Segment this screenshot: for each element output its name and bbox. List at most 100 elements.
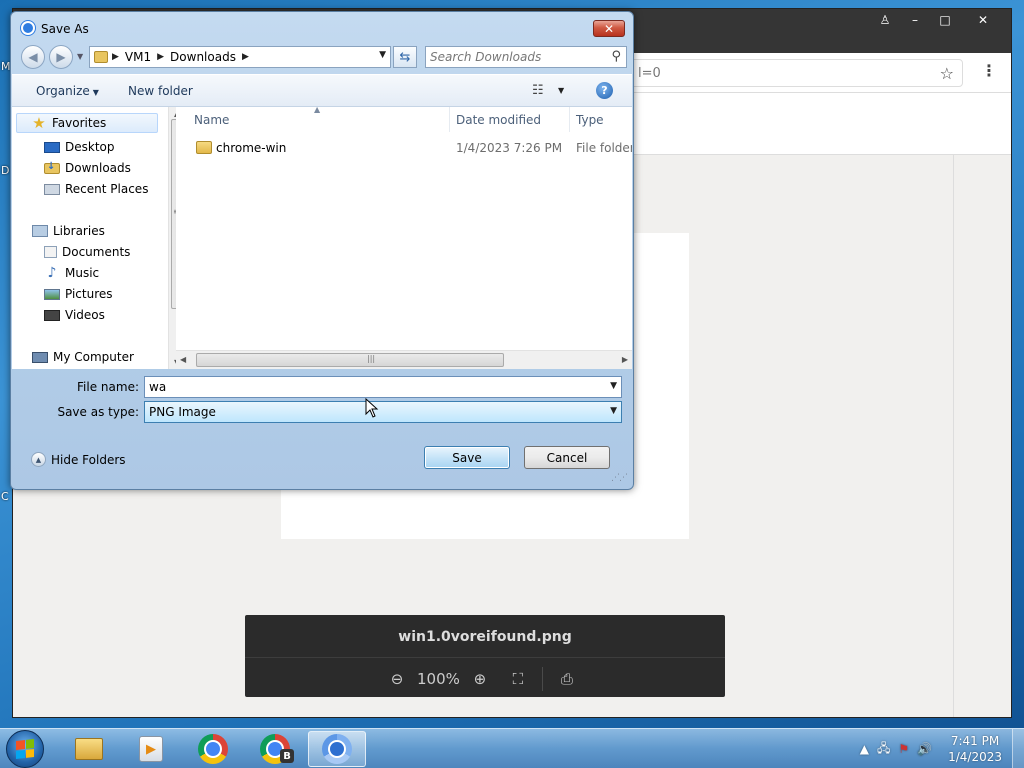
scrollbar-thumb[interactable]: ||| <box>196 353 504 367</box>
chrome-icon <box>198 734 228 764</box>
network-icon[interactable]: 🖧 <box>877 739 890 760</box>
start-button[interactable] <box>6 730 44 768</box>
taskbar-media-player[interactable]: ▶ <box>122 731 180 767</box>
save-type-value: PNG Image <box>149 405 216 419</box>
chromium-icon <box>21 21 35 35</box>
nav-item-label: Desktop <box>65 140 115 154</box>
nav-item-recent-places[interactable]: Recent Places <box>44 179 148 199</box>
file-name-input[interactable] <box>149 379 599 395</box>
column-header-type[interactable]: Type <box>570 107 632 132</box>
taskbar-explorer[interactable] <box>60 731 118 767</box>
viewer-filename: win1.0voreifound.png <box>398 629 572 645</box>
show-desktop-button[interactable] <box>1012 729 1024 768</box>
column-header-date-modified[interactable]: Date modified <box>450 107 570 132</box>
refresh-icon[interactable]: ⇆ <box>393 46 417 68</box>
profile-icon[interactable]: ♙ <box>871 11 899 29</box>
chromium-icon <box>322 734 352 764</box>
taskbar-chrome-beta[interactable]: B <box>246 731 304 767</box>
table-row[interactable]: chrome-win 1/4/2023 7:26 PM File folder <box>176 137 632 159</box>
breadcrumb-separator-icon[interactable]: ▶ <box>242 52 249 62</box>
save-button[interactable]: Save <box>424 446 510 469</box>
hide-folders-button[interactable]: ▲ Hide Folders <box>31 452 126 467</box>
menu-kebab-icon[interactable]: ⋮ <box>981 61 997 80</box>
nav-item-favorites[interactable]: ★ Favorites <box>16 113 158 133</box>
volume-icon[interactable]: 🔊 <box>917 742 932 756</box>
new-folder-button[interactable]: New folder <box>128 84 193 98</box>
window-controls: ♙ – □ ✕ <box>871 11 1005 29</box>
breadcrumb-bar[interactable]: ▶ VM1 ▶ Downloads ▶ ▼ <box>89 46 391 68</box>
organize-button[interactable]: Organize ▼ <box>36 84 99 98</box>
downloads-folder-icon <box>44 161 60 174</box>
bookmark-star-icon[interactable]: ☆ <box>940 64 954 83</box>
nav-item-my-computer[interactable]: My Computer <box>32 347 134 367</box>
column-label: Type <box>576 112 604 127</box>
taskbar-chromium[interactable] <box>308 731 366 767</box>
grip-icon: ||| <box>367 354 376 363</box>
nav-item-documents[interactable]: Documents <box>44 242 130 262</box>
nav-item-libraries[interactable]: Libraries <box>32 221 105 241</box>
search-input[interactable] <box>430 49 600 65</box>
back-arrow-icon[interactable]: ◀ <box>21 45 45 69</box>
organize-label: Organize <box>36 84 90 98</box>
nav-item-label: Music <box>65 266 100 280</box>
zoom-in-icon[interactable]: ⊕ <box>468 668 492 690</box>
fit-screen-icon[interactable]: ⛶ <box>506 668 530 690</box>
chevron-down-icon[interactable]: ▼ <box>558 86 564 95</box>
breadcrumb-item[interactable]: VM1 <box>125 50 151 64</box>
column-header-name[interactable]: Name ▲ <box>176 107 450 132</box>
explorer-icon <box>75 738 103 760</box>
action-center-icon[interactable]: ⚑ <box>898 742 909 756</box>
cancel-button[interactable]: Cancel <box>524 446 610 469</box>
resize-grip-icon[interactable]: ⋰⋰ <box>611 473 628 483</box>
taskbar-chrome[interactable] <box>184 731 242 767</box>
print-icon[interactable]: ⎙ <box>555 668 579 690</box>
nav-item-pictures[interactable]: Pictures <box>44 284 113 304</box>
close-button[interactable]: ✕ <box>961 11 1005 29</box>
breadcrumb-item[interactable]: Downloads <box>170 50 236 64</box>
nav-item-label: Recent Places <box>65 182 149 196</box>
pictures-icon <box>44 288 60 300</box>
navigation-pane: ★ Favorites Desktop Downloads Recent Pla… <box>12 107 175 369</box>
desktop-icon <box>44 141 60 153</box>
maximize-button[interactable]: □ <box>931 11 959 29</box>
zoom-level: 100% <box>417 670 460 688</box>
nav-item-desktop[interactable]: Desktop <box>44 137 115 157</box>
viewer-controls: ⊖ 100% ⊕ ⛶ ⎙ <box>385 667 579 691</box>
address-text: l=0 <box>638 66 661 81</box>
chrome-beta-badge: B <box>280 749 294 763</box>
mouse-cursor-icon <box>365 398 379 418</box>
breadcrumb-separator-icon[interactable]: ▶ <box>112 52 119 62</box>
nav-item-downloads[interactable]: Downloads <box>44 158 131 178</box>
file-list-scrollbar[interactable]: ◀ ||| ▶ <box>176 350 632 369</box>
search-icon[interactable]: ⚲ <box>611 49 621 64</box>
search-box: ⚲ <box>425 46 627 68</box>
nav-item-music[interactable]: ♪ Music <box>44 263 100 283</box>
view-options-icon[interactable]: ☷ <box>532 83 544 98</box>
clock-time: 7:41 PM <box>950 734 1000 748</box>
scroll-left-icon[interactable]: ◀ <box>180 355 186 364</box>
history-dropdown-icon[interactable]: ▼ <box>77 52 83 61</box>
dialog-title: Save As <box>41 22 89 36</box>
documents-icon <box>44 246 57 258</box>
minimize-button[interactable]: – <box>901 11 929 29</box>
chevron-down-icon[interactable]: ▼ <box>610 406 617 416</box>
address-dropdown-icon[interactable]: ▼ <box>379 50 386 60</box>
taskbar: ▶ B ▲ 🖧 ⚑ 🔊 7:41 PM 1/4/2023 <box>0 728 1024 768</box>
file-name-field: ▼ <box>144 376 622 398</box>
clock[interactable]: 7:41 PM 1/4/2023 <box>948 733 1002 765</box>
breadcrumb: ▶ VM1 ▶ Downloads ▶ <box>112 50 249 64</box>
help-icon[interactable]: ? <box>596 82 613 99</box>
hide-folders-label: Hide Folders <box>51 452 126 467</box>
save-type-select[interactable]: PNG Image ▼ <box>144 401 622 423</box>
music-icon: ♪ <box>47 265 57 281</box>
scroll-right-icon[interactable]: ▶ <box>622 355 628 364</box>
forward-arrow-icon[interactable]: ▶ <box>49 45 73 69</box>
chevron-down-icon[interactable]: ▼ <box>610 381 617 391</box>
show-hidden-icons-icon[interactable]: ▲ <box>860 742 869 756</box>
viewer-separator <box>541 667 543 691</box>
breadcrumb-separator-icon[interactable]: ▶ <box>157 52 164 62</box>
dialog-close-button[interactable]: ✕ <box>593 20 625 37</box>
nav-item-label: Videos <box>65 308 105 322</box>
zoom-out-icon[interactable]: ⊖ <box>385 668 409 690</box>
nav-item-videos[interactable]: Videos <box>44 305 105 325</box>
